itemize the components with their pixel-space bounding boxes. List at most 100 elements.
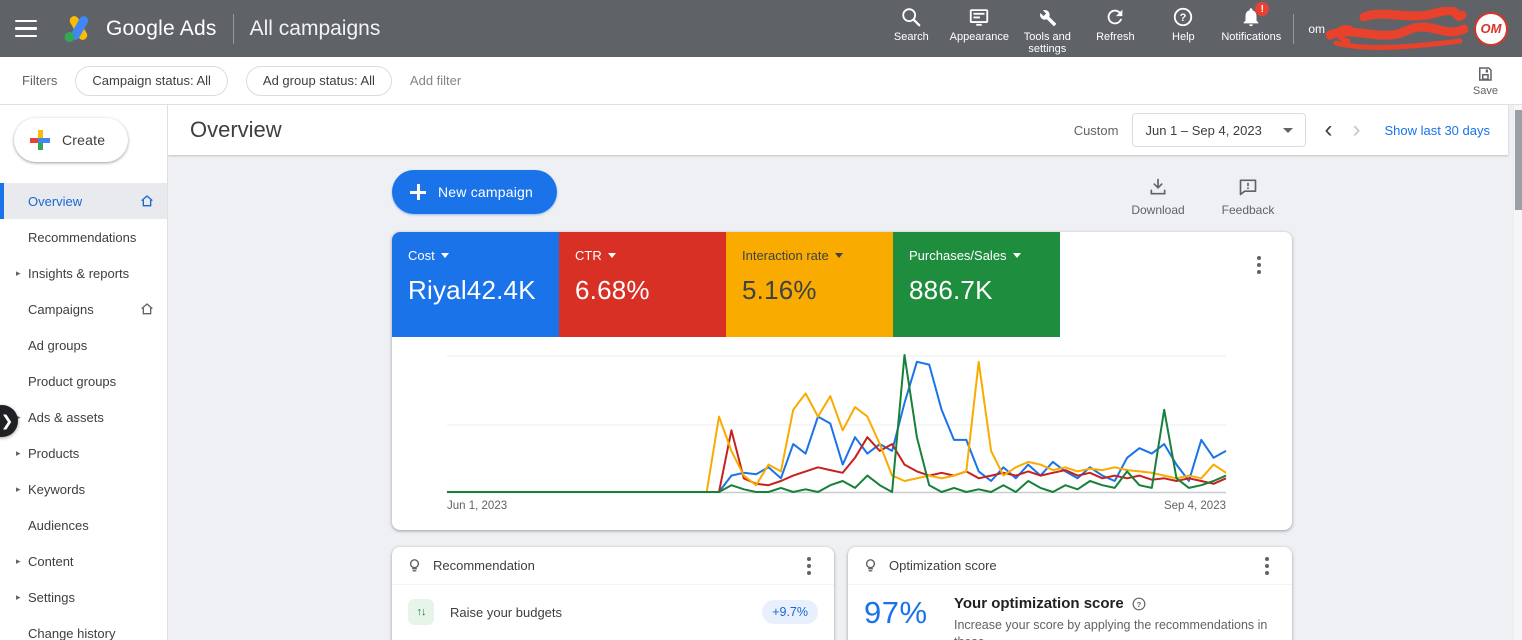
main-header: Overview Custom Jun 1 – Sep 4, 2023 ‹ › … [168,105,1508,155]
sidebar-item-label: Change history [28,626,115,640]
sidebar-item-ads-assets[interactable]: ▸Ads & assets [0,399,167,435]
home-icon [139,193,155,209]
search-icon [900,6,922,28]
recommendation-menu-button[interactable] [798,555,820,577]
sidebar-item-label: Settings [28,590,75,605]
tools-button[interactable]: Tools and settings [1013,6,1081,55]
expand-arrow-icon: ▸ [16,448,26,459]
chevron-down-icon [1013,253,1021,258]
feedback-icon [1238,177,1258,197]
appearance-icon [968,6,990,28]
date-range-type: Custom [1074,123,1119,138]
date-range-value: Jun 1 – Sep 4, 2023 [1145,123,1261,138]
expand-arrow-icon: ▸ [16,592,26,603]
refresh-button[interactable]: Refresh [1081,6,1149,43]
recommendation-item[interactable]: ↑↓ Raise your budgets +9.7% [392,585,834,625]
recommendation-badge: +9.7% [762,600,818,624]
feedback-label: Feedback [1222,203,1275,217]
create-label: Create [62,132,105,148]
sidebar-item-label: Audiences [28,518,89,533]
metric-value: Riyal42.4K [408,275,559,306]
chevron-down-icon [441,253,449,258]
recommendation-card-header: Recommendation [392,547,834,585]
metric-label: Interaction rate [742,248,829,263]
sidebar-item-products[interactable]: ▸Products [0,435,167,471]
svg-text:?: ? [1180,12,1187,24]
home-icon [139,301,155,317]
scrollbar-thumb[interactable] [1515,110,1522,210]
date-prev-button[interactable]: ‹ [1314,118,1342,142]
metric-strip: Cost Riyal42.4K CTR 6.68% Interaction ra… [392,232,1292,337]
chart-area: Jun 1, 2023 Sep 4, 2023 [392,337,1292,530]
download-label: Download [1131,203,1184,217]
sidebar-item-recommendations[interactable]: Recommendations [0,219,167,255]
date-range-select[interactable]: Jun 1 – Sep 4, 2023 [1132,113,1306,147]
appearance-button[interactable]: Appearance [945,6,1013,43]
page-title: Overview [190,117,282,143]
show-last-30-days-link[interactable]: Show last 30 days [1384,123,1490,138]
feedback-button[interactable]: Feedback [1218,177,1278,217]
date-next-button[interactable]: › [1342,118,1370,142]
sidebar-item-change-history[interactable]: Change history [0,615,167,640]
sidebar-item-keywords[interactable]: ▸Keywords [0,471,167,507]
metric-cost[interactable]: Cost Riyal42.4K [392,232,559,337]
filter-chip-campaign-status[interactable]: Campaign status: All [75,66,228,96]
new-campaign-button[interactable]: New campaign [392,170,557,214]
sidebar-item-content[interactable]: ▸Content [0,543,167,579]
help-label: Help [1172,31,1195,43]
metric-label: Purchases/Sales [909,248,1007,263]
metric-interaction-rate[interactable]: Interaction rate 5.16% [726,232,893,337]
appbar-divider [233,14,234,44]
lightbulb-icon [862,557,879,574]
metric-purchases-sales[interactable]: Purchases/Sales 886.7K [893,232,1060,337]
appearance-label: Appearance [950,31,1009,43]
budgets-arrows-icon: ↑↓ [408,599,434,625]
vertical-scrollbar [1513,105,1522,640]
sidebar-item-ad-groups[interactable]: Ad groups [0,327,167,363]
add-filter-button[interactable]: Add filter [410,73,461,88]
save-button[interactable]: Save [1473,65,1498,97]
google-ads-logo-icon [62,14,96,44]
sidebar-item-campaigns[interactable]: Campaigns [0,291,167,327]
recommendation-card: Recommendation ↑↓ Raise your budgets +9.… [392,547,834,640]
product-name: Google Ads [106,17,217,41]
main-menu-icon[interactable] [4,7,48,51]
svg-text:?: ? [1136,599,1141,608]
optimization-description: Increase your score by applying the reco… [954,617,1284,640]
help-button[interactable]: ? Help [1149,6,1217,43]
optimization-body: 97% Your optimization score ? Increase y… [848,585,1292,640]
new-campaign-label: New campaign [438,184,533,200]
sidebar-item-label: Content [28,554,74,569]
filter-chip-ad-group-status[interactable]: Ad group status: All [246,66,392,96]
search-button[interactable]: Search [877,6,945,43]
main-content: New campaign Download Feedback [168,155,1514,640]
sidebar-item-label: Insights & reports [28,266,129,281]
sidebar-item-label: Products [28,446,79,461]
download-button[interactable]: Download [1128,177,1188,217]
expand-arrow-icon: ▸ [16,484,26,495]
optimization-menu-button[interactable] [1256,555,1278,577]
account-area[interactable]: om OM [1308,6,1522,51]
sidebar-item-overview[interactable]: Overview [0,183,167,219]
refresh-label: Refresh [1096,31,1135,43]
metric-value: 886.7K [909,275,1060,306]
account-avatar[interactable]: OM [1474,12,1508,46]
create-button[interactable]: Create [14,118,128,162]
sidebar-item-settings[interactable]: ▸Settings [0,579,167,615]
recommendation-card-title: Recommendation [433,558,535,573]
help-circle-icon[interactable]: ? [1132,597,1146,611]
filters-label: Filters [22,73,57,88]
search-label: Search [894,31,929,43]
overview-card: Cost Riyal42.4K CTR 6.68% Interaction ra… [392,232,1292,530]
save-label: Save [1473,85,1498,97]
sidebar-item-audiences[interactable]: Audiences [0,507,167,543]
notifications-button[interactable]: !Notifications [1217,6,1285,43]
chart-card-menu-button[interactable] [1248,254,1270,276]
sidebar-item-product-groups[interactable]: Product groups [0,363,167,399]
notifications-label: Notifications [1221,31,1281,43]
sidebar-item-insights-reports[interactable]: ▸Insights & reports [0,255,167,291]
optimization-score-block: 97% [864,595,928,640]
metric-ctr[interactable]: CTR 6.68% [559,232,726,337]
download-icon [1148,177,1168,197]
metric-strip-spacer [1060,232,1292,337]
